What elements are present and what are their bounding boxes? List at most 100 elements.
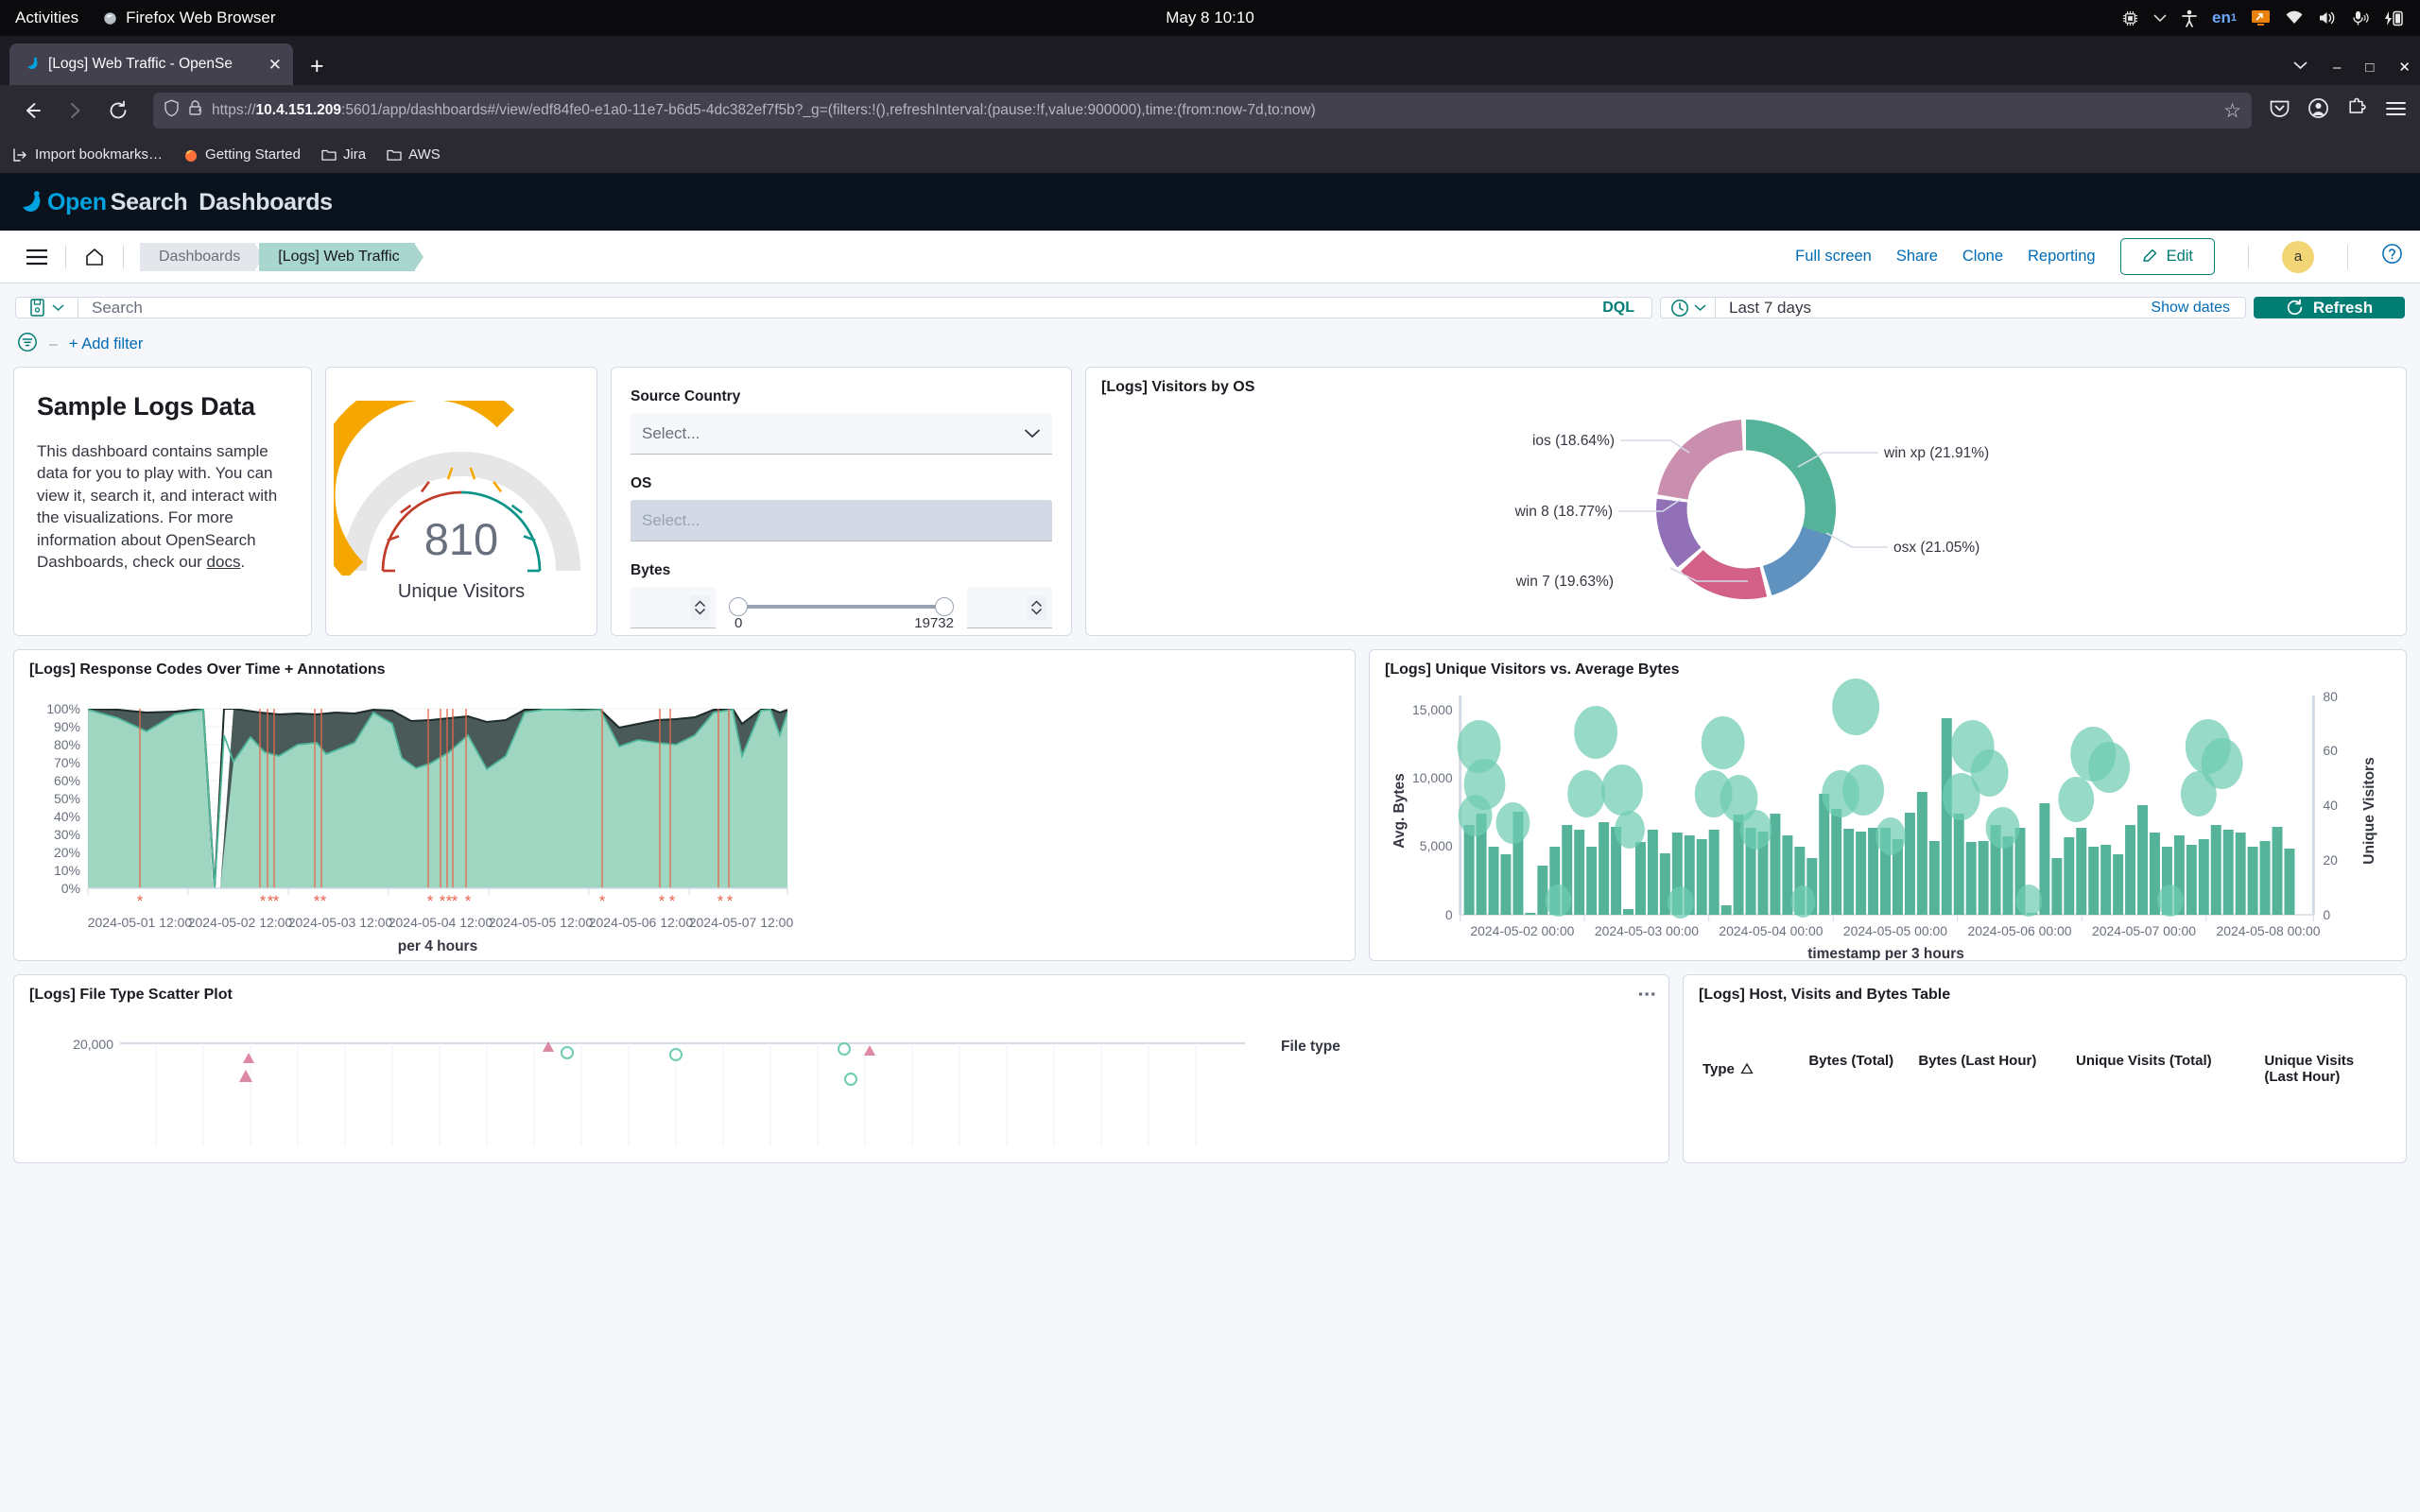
avatar[interactable]: a xyxy=(2282,240,2314,273)
slider-thumb-min[interactable] xyxy=(729,597,748,616)
account-icon[interactable] xyxy=(2308,97,2329,124)
opensearch-brand-bar: Open Search Dashboards xyxy=(0,174,2420,231)
donut-label-win-8: win 8 (18.77%) xyxy=(1514,504,1613,520)
table-column-unique-visits-last-hour[interactable]: Unique Visits (Last Hour) xyxy=(2264,1053,2387,1085)
back-button[interactable] xyxy=(13,93,49,129)
edit-label: Edit xyxy=(2166,248,2193,265)
share-button[interactable]: Share xyxy=(1896,248,1938,266)
pocket-icon[interactable] xyxy=(2269,97,2290,124)
screencast-icon[interactable] xyxy=(2251,9,2271,26)
extensions-icon[interactable] xyxy=(2346,97,2368,124)
y-tick: 20,000 xyxy=(73,1037,113,1052)
battery-charging-icon[interactable] xyxy=(2384,10,2405,26)
panel-sample-logs-data: Sample Logs Data This dashboard contains… xyxy=(13,367,312,636)
svg-text:*: * xyxy=(717,892,724,910)
scatter-points[interactable] xyxy=(239,1041,875,1086)
app-menu-icon[interactable] xyxy=(2385,100,2407,122)
panel-unique-visitors-gauge: 810 Unique Visitors xyxy=(325,367,597,636)
refresh-label: Refresh xyxy=(2312,298,2374,317)
query-language-button[interactable]: DQL xyxy=(1585,298,1651,318)
donut-slice-win-xp[interactable] xyxy=(1746,420,1837,541)
firefox-icon xyxy=(104,11,116,25)
table-column-unique-visits-total[interactable]: Unique Visits (Total) xyxy=(2076,1053,2264,1085)
x-tick: 2024-05-05 00:00 xyxy=(1843,923,1947,938)
table-column-type[interactable]: Type xyxy=(1703,1053,1808,1085)
lock-warning-icon[interactable] xyxy=(188,99,203,122)
reporting-button[interactable]: Reporting xyxy=(2028,248,2096,266)
accessibility-icon[interactable] xyxy=(2181,9,2198,27)
list-all-tabs-icon[interactable] xyxy=(2292,59,2308,76)
stepper-icon[interactable] xyxy=(690,594,710,620)
filter-icon[interactable] xyxy=(17,332,38,357)
y-tick: 10,000 xyxy=(1412,770,1453,785)
keyboard-layout-index: 1 xyxy=(2230,12,2237,24)
source-country-select[interactable]: Select... xyxy=(631,413,1052,455)
donut-slice-win-8[interactable] xyxy=(1656,498,1702,568)
bytes-max-input[interactable] xyxy=(967,587,1052,628)
donut-slice-osx[interactable] xyxy=(1763,526,1832,596)
activities-button[interactable]: Activities xyxy=(15,9,78,27)
donut-slice-win-7[interactable] xyxy=(1681,550,1768,600)
maximize-button[interactable]: □ xyxy=(2365,60,2374,76)
breadcrumb-dashboards[interactable]: Dashboards xyxy=(140,242,265,271)
reload-button[interactable] xyxy=(100,93,136,129)
docs-link[interactable]: docs xyxy=(207,553,241,571)
opensearch-logo[interactable]: Open Search Dashboards xyxy=(15,188,333,216)
y2-axis-title: Unique Visitors xyxy=(2361,757,2377,864)
home-icon[interactable] xyxy=(75,237,114,277)
panel-context-menu-icon[interactable]: ▪▪▪ xyxy=(1638,987,1657,1001)
saved-query-icon[interactable] xyxy=(16,298,78,318)
bytes-min-input[interactable] xyxy=(631,587,716,628)
edit-button[interactable]: Edit xyxy=(2119,238,2215,275)
refresh-button[interactable]: Refresh xyxy=(2254,297,2405,318)
new-tab-button[interactable]: + xyxy=(310,55,324,78)
markdown-text-end: . xyxy=(240,553,246,572)
browser-tab[interactable]: [Logs] Web Traffic - OpenSe ✕ xyxy=(9,43,293,85)
chevron-down-icon xyxy=(52,304,64,312)
svg-text:*: * xyxy=(599,892,606,910)
svg-text:*: * xyxy=(727,892,734,910)
bookmark-star-icon[interactable]: ☆ xyxy=(2223,99,2241,123)
donut-slice-ios[interactable] xyxy=(1657,420,1743,500)
refresh-icon xyxy=(2287,299,2302,316)
calendar-clock-icon[interactable] xyxy=(1661,298,1716,318)
clock[interactable]: May 8 10:10 xyxy=(0,9,2420,27)
chevron-down-icon[interactable] xyxy=(2153,13,2167,23)
minimize-button[interactable]: – xyxy=(2333,60,2341,76)
keyboard-layout-icon[interactable]: en 1 xyxy=(2212,9,2237,27)
hamburger-menu-icon[interactable] xyxy=(17,237,57,277)
os-select[interactable]: Select... xyxy=(631,500,1052,541)
gnome-top-bar: Activities Firefox Web Browser May 8 10:… xyxy=(0,0,2420,36)
bookmark-getting-started[interactable]: Getting Started xyxy=(183,146,301,163)
breadcrumb-current[interactable]: [Logs] Web Traffic xyxy=(259,242,424,271)
folder-icon xyxy=(321,149,337,161)
date-range-value[interactable]: Last 7 days xyxy=(1716,298,2151,318)
slider-thumb-max[interactable] xyxy=(935,597,954,616)
shield-icon[interactable] xyxy=(164,99,180,122)
bookmark-aws[interactable]: AWS xyxy=(387,146,441,163)
url-bar[interactable]: https://10.4.151.209:5601/app/dashboards… xyxy=(153,93,2252,129)
close-window-button[interactable]: ✕ xyxy=(2398,59,2411,76)
search-input[interactable]: Search xyxy=(78,298,1585,318)
table-column-bytes-last-hour[interactable]: Bytes (Last Hour) xyxy=(1918,1053,2076,1085)
bytes-range-slider[interactable]: 0 19732 xyxy=(729,587,954,631)
help-circle-icon[interactable] xyxy=(2381,243,2403,270)
add-filter-button[interactable]: + Add filter xyxy=(69,335,143,353)
table-column-bytes-total[interactable]: Bytes (Total) xyxy=(1808,1053,1918,1085)
full-screen-button[interactable]: Full screen xyxy=(1795,248,1872,266)
show-dates-button[interactable]: Show dates xyxy=(2151,298,2245,318)
close-icon[interactable]: ✕ xyxy=(268,57,282,73)
x-tick: 2024-05-02 00:00 xyxy=(1470,923,1574,938)
svg-text:*: * xyxy=(320,892,327,910)
bookmark-jira[interactable]: Jira xyxy=(321,146,366,163)
stepper-icon[interactable] xyxy=(1027,594,1046,620)
active-app-indicator[interactable]: Firefox Web Browser xyxy=(103,9,275,27)
bookmark-import[interactable]: Import bookmarks… xyxy=(13,146,163,163)
wifi-icon[interactable] xyxy=(2285,10,2304,26)
panel-file-type-scatter: [Logs] File Type Scatter Plot ▪▪▪ 20,000 xyxy=(13,974,1669,1163)
cpu-icon[interactable] xyxy=(2121,9,2139,27)
volume-icon[interactable] xyxy=(2318,10,2337,26)
microphone-icon[interactable] xyxy=(2351,10,2370,26)
date-picker[interactable]: Last 7 days Show dates xyxy=(1660,297,2246,318)
clone-button[interactable]: Clone xyxy=(1962,248,2003,266)
